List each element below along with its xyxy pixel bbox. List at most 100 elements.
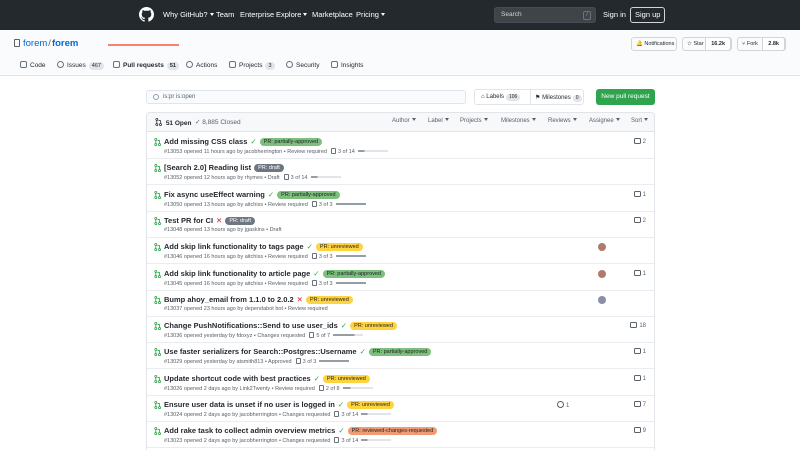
tab-insights[interactable]: Insights (331, 61, 363, 69)
labels-button[interactable]: ⌂ Labels 106 (481, 94, 521, 101)
pr-title-link[interactable]: Add skip link functionality to article p… (164, 269, 310, 278)
sign-up-button[interactable]: Sign up (630, 7, 666, 23)
pr-label[interactable]: PR: unreviewed (347, 401, 394, 409)
tab-issues[interactable]: Issues 467 (57, 61, 104, 70)
filters-search-input[interactable]: is:pr is:open (146, 90, 466, 104)
checklist-icon (311, 253, 317, 260)
pr-row[interactable]: Fix async useEffect warning ✓ PR: partiall… (147, 186, 654, 212)
pr-row[interactable]: Add skip link functionality to article p… (147, 265, 654, 291)
reviewer-avatar[interactable] (598, 243, 606, 252)
check-success-icon[interactable]: ✓ (338, 400, 344, 409)
linked-issues-link[interactable]: 1 (557, 401, 569, 409)
nav-pricing[interactable]: Pricing (356, 10, 385, 19)
pr-row[interactable]: [Search 2.0] Reading list PR: draft #13052… (147, 159, 654, 186)
pr-title-link[interactable]: Change PushNotifications::Send to use us… (164, 321, 338, 330)
check-success-icon[interactable]: ✓ (250, 137, 256, 146)
reviewer-avatar[interactable] (598, 295, 606, 304)
comments-link[interactable]: 2 (633, 138, 646, 145)
nav-why-github[interactable]: Why GitHub? (163, 10, 214, 19)
comments-link[interactable]: 1 (633, 269, 646, 277)
tab-actions[interactable]: Actions (186, 61, 217, 69)
pr-title-link[interactable]: Add skip link functionality to tags page (164, 242, 304, 251)
fork-count[interactable]: 2.8k (762, 37, 785, 51)
tab-pull-requests[interactable]: Pull requests 51 (113, 61, 179, 70)
comments-link[interactable]: 1 (633, 374, 646, 382)
pr-label[interactable]: PR: partially-approved (259, 138, 323, 146)
check-success-icon[interactable]: ✓ (313, 269, 319, 278)
chevron-down-icon (303, 13, 308, 16)
tab-projects[interactable]: Projects 3 (229, 61, 275, 70)
filter-sort[interactable]: Sort (631, 118, 649, 124)
comments-link[interactable]: 1 (633, 348, 646, 355)
check-success-icon[interactable]: ✓ (338, 426, 344, 435)
pr-row[interactable]: Add rake task to collect admin overview … (147, 422, 654, 449)
check-failure-icon[interactable]: ✕ (216, 216, 222, 225)
milestones-button[interactable]: ⚑ Milestones 0 (535, 94, 582, 102)
pr-title-link[interactable]: Ensure user data is unset if no user is … (164, 400, 335, 409)
check-success-icon[interactable]: ✓ (341, 321, 347, 330)
check-success-icon[interactable]: ✓ (307, 242, 313, 251)
new-pull-request-button[interactable]: New pull request (596, 89, 655, 105)
pr-label[interactable]: PR: unreviewed (315, 243, 363, 252)
closed-filter-link[interactable]: ✓ 8,885 Closed (195, 118, 241, 126)
pr-row[interactable]: Test PR for CI ✕ PR: draft #13048 opened 13… (147, 212, 654, 238)
pr-title-link[interactable]: Fix async useEffect warning (164, 190, 265, 199)
pr-title-link[interactable]: Add missing CSS class (164, 137, 247, 146)
pr-row[interactable]: Add skip link functionality to tags page… (147, 238, 654, 265)
star-count[interactable]: 16.2k (705, 37, 731, 51)
tab-security[interactable]: Security (286, 61, 319, 69)
pr-row[interactable]: Ensure user data is unset if no user is … (147, 396, 654, 422)
pr-label[interactable]: PR: unreviewed (350, 322, 397, 331)
filter-author[interactable]: Author (392, 118, 416, 124)
pr-title-link[interactable]: [Search 2.0] Reading list (164, 163, 251, 172)
filter-label[interactable]: Label (428, 118, 449, 124)
pr-row[interactable]: Use faster serializers for Search::Postg… (147, 343, 654, 370)
pr-title-link[interactable]: Bump ahoy_email from 1.1.0 to 2.0.2 (164, 295, 294, 304)
github-logo-icon[interactable] (139, 7, 154, 22)
pr-row[interactable]: Change PushNotifications::Send to use us… (147, 317, 654, 344)
check-failure-icon[interactable]: ✕ (297, 295, 303, 304)
pr-title-link[interactable]: Update shortcut code with best practices (164, 374, 311, 383)
pr-title-link[interactable]: Add rake task to collect admin overview … (164, 426, 335, 435)
fork-button[interactable]: ⑂ Fork 2.8k (737, 37, 786, 51)
pr-title-link[interactable]: Test PR for CI (164, 216, 213, 225)
repo-owner-link[interactable]: forem (23, 38, 47, 49)
pr-row[interactable]: Add missing CSS class ✓ PR: partially-appr… (147, 133, 654, 159)
reviewer-avatar[interactable] (598, 269, 606, 278)
pr-row[interactable]: Update shortcut code with best practices… (147, 370, 654, 396)
nav-explore[interactable]: Explore (276, 10, 308, 19)
comments-link[interactable]: 9 (633, 427, 646, 434)
pr-title-link[interactable]: Use faster serializers for Search::Postg… (164, 347, 357, 356)
pr-label[interactable]: PR: draft (225, 216, 256, 225)
notifications-button[interactable]: 🔔 Notifications (631, 37, 677, 51)
filter-projects[interactable]: Projects (460, 118, 488, 124)
check-success-icon[interactable]: ✓ (314, 374, 320, 383)
pr-row[interactable]: Bump ahoy_email from 1.1.0 to 2.0.2 ✕ PR: … (147, 291, 654, 317)
repo-name-link[interactable]: forem (52, 38, 78, 49)
nav-marketplace[interactable]: Marketplace (312, 10, 353, 19)
pr-label[interactable]: PR: reviewed-changes-requested (347, 427, 438, 436)
star-button[interactable]: ☆ Star 16.2k (682, 37, 732, 51)
filter-milestones[interactable]: Milestones (501, 118, 536, 124)
comments-link[interactable]: 1 (633, 190, 646, 198)
tab-code[interactable]: Code (20, 61, 46, 69)
open-filter-link[interactable]: 51 Open (155, 118, 191, 127)
chevron-down-icon (411, 118, 416, 121)
filter-reviews[interactable]: Reviews (548, 118, 577, 124)
pr-label[interactable]: PR: partially-approved (322, 269, 385, 278)
sign-in-link[interactable]: Sign in (603, 10, 626, 19)
filter-assignee[interactable]: Assignee (589, 118, 620, 124)
pr-label[interactable]: PR: draft (254, 164, 284, 173)
check-success-icon[interactable]: ✓ (268, 190, 274, 199)
nav-team[interactable]: Team (216, 10, 234, 19)
pr-label[interactable]: PR: partially-approved (277, 190, 340, 199)
nav-enterprise[interactable]: Enterprise (240, 10, 274, 19)
search-input[interactable]: Search / (494, 7, 596, 23)
check-success-icon[interactable]: ✓ (360, 347, 366, 356)
pr-label[interactable]: PR: unreviewed (305, 295, 353, 304)
comments-link[interactable]: 7 (633, 401, 646, 408)
pr-label[interactable]: PR: unreviewed (323, 374, 370, 383)
comments-link[interactable]: 2 (633, 216, 646, 224)
comments-link[interactable]: 18 (630, 322, 646, 329)
pr-label[interactable]: PR: partially-approved (368, 348, 432, 357)
